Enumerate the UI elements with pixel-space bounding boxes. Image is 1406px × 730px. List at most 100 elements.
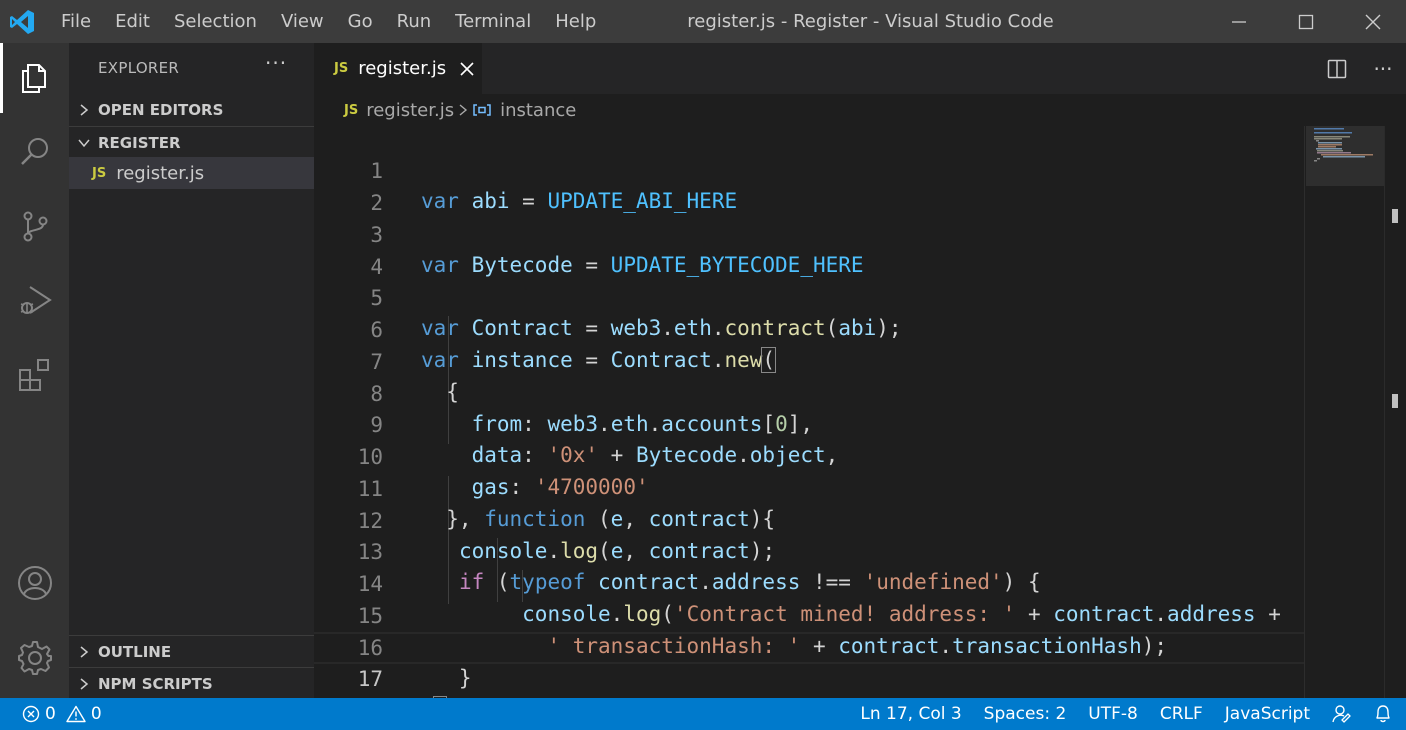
line-number: 17 [357, 667, 383, 691]
error-count: 0 [45, 704, 56, 724]
status-indentation[interactable]: Spaces: 2 [973, 698, 1078, 730]
close-icon [460, 61, 474, 76]
sidebar-title: EXPLORER [98, 59, 180, 77]
maximize-button[interactable] [1272, 0, 1339, 43]
code-line: 16 } [314, 603, 1304, 690]
error-icon [22, 705, 40, 723]
breadcrumb: JS register.js instance [314, 94, 1304, 126]
section-outline[interactable]: OUTLINE [69, 635, 314, 667]
code-line: 11 }, function (e, contract){ [314, 444, 1304, 531]
code-line-current: 17 }) [314, 632, 1304, 722]
activity-explorer[interactable] [0, 43, 69, 113]
settings-gear-icon [17, 641, 52, 675]
chevron-right-icon [69, 677, 98, 691]
code-line: 3 var Bytecode = UPDATE_BYTECODE_HERE [314, 190, 1304, 277]
menu-go[interactable]: Go [336, 0, 385, 43]
chevron-down-icon [69, 137, 98, 149]
code-line: 8 from: web3.eth.accounts[0], [314, 349, 1304, 436]
section-npm-scripts-label: NPM SCRIPTS [98, 674, 213, 693]
menu-run[interactable]: Run [385, 0, 444, 43]
feedback-button[interactable] [1321, 698, 1363, 730]
more-actions-button[interactable]: ··· [1360, 43, 1406, 94]
section-open-editors[interactable]: OPEN EDITORS [69, 94, 314, 126]
close-window-button[interactable] [1339, 0, 1406, 43]
close-icon [1365, 14, 1380, 29]
code-line: 15 ' transactionHash: ' + contract.trans… [314, 571, 1304, 658]
bell-icon [1376, 705, 1390, 723]
warning-icon [66, 705, 86, 723]
code-line: 9 data: '0x' + Bytecode.object, [314, 380, 1304, 467]
js-file-icon: JS [92, 165, 107, 181]
activity-source-control[interactable] [0, 191, 69, 261]
status-cursor-position[interactable]: Ln 17, Col 3 [849, 698, 972, 730]
scrollbar-marker [1392, 209, 1398, 223]
window-controls [1205, 0, 1406, 43]
split-editor-icon [1327, 59, 1347, 78]
status-problems[interactable]: 0 0 [22, 698, 112, 730]
breadcrumb-file[interactable]: register.js [366, 100, 454, 121]
code-line: 1 var abi = UPDATE_ABI_HERE [314, 126, 1304, 213]
status-encoding[interactable]: UTF-8 [1077, 698, 1149, 730]
sidebar-more-actions-button[interactable]: ··· [265, 51, 287, 75]
accounts-icon [17, 566, 52, 600]
more-actions-label: ··· [1373, 56, 1393, 81]
activity-search[interactable] [0, 117, 69, 187]
activity-manage[interactable] [0, 623, 69, 693]
notifications-button[interactable] [1363, 698, 1406, 730]
maximize-icon [1298, 14, 1313, 29]
activity-accounts[interactable] [0, 548, 69, 618]
code-line: 5 var Contract = web3.eth.contract(abi); [314, 253, 1304, 340]
section-outline-label: OUTLINE [98, 642, 172, 661]
code-line: 12 console.log(e, contract); [314, 476, 1304, 563]
breadcrumb-symbol[interactable]: instance [500, 100, 576, 121]
run-debug-icon [20, 286, 52, 314]
section-register-folder[interactable]: REGISTER [69, 126, 314, 158]
menu-edit[interactable]: Edit [103, 0, 162, 43]
minimap[interactable] [1304, 126, 1384, 698]
minimap-viewport-slider[interactable] [1306, 126, 1384, 186]
js-file-icon: JS [334, 61, 349, 76]
search-icon [20, 138, 48, 165]
explorer-sidebar: EXPLORER ··· OPEN EDITORS REGISTER JS re… [69, 43, 314, 698]
code-line: 6 var instance = Contract.new( [314, 285, 1304, 373]
feedback-icon [1332, 705, 1351, 723]
section-register-label: REGISTER [98, 133, 181, 152]
menu-view[interactable]: View [269, 0, 336, 43]
explorer-icon [21, 64, 46, 93]
code-editor[interactable]: 1 var abi = UPDATE_ABI_HERE 2 3 var Byte… [314, 126, 1304, 722]
extensions-icon [18, 359, 49, 391]
code-line: 2 [314, 158, 1304, 215]
code-line: 10 gas: '4700000' [314, 412, 1304, 499]
status-eol[interactable]: CRLF [1149, 698, 1214, 730]
code-line: 7 { [314, 317, 1304, 404]
activity-extensions[interactable] [0, 340, 69, 410]
vscode-logo-icon [0, 0, 44, 43]
menu-help[interactable]: Help [543, 0, 608, 43]
status-language-mode[interactable]: JavaScript [1214, 698, 1321, 730]
minimize-icon [1231, 20, 1246, 23]
menu-terminal[interactable]: Terminal [443, 0, 543, 43]
chevron-right-icon [69, 103, 98, 117]
activity-run-debug[interactable] [0, 265, 69, 335]
file-register-js-label: register.js [116, 162, 205, 184]
tab-label: register.js [358, 58, 447, 79]
menu-file[interactable]: File [44, 0, 103, 43]
activity-bar [0, 43, 69, 698]
status-bar: 0 0 Ln 17, Col 3 Spaces: 2 UTF-8 CRLF Ja… [0, 698, 1406, 730]
split-editor-button[interactable] [1314, 43, 1360, 94]
section-npm-scripts[interactable]: NPM SCRIPTS [69, 667, 314, 699]
file-register-js[interactable]: JS register.js [69, 157, 314, 189]
menu-bar: File Edit Selection View Go Run Terminal… [44, 0, 608, 43]
code-line: 4 [314, 222, 1304, 279]
section-open-editors-label: OPEN EDITORS [98, 101, 224, 119]
tab-register-js[interactable]: JS register.js [314, 43, 482, 94]
menu-selection[interactable]: Selection [162, 0, 269, 43]
tab-close-button[interactable] [460, 61, 474, 76]
title-bar: File Edit Selection View Go Run Terminal… [0, 0, 1406, 43]
chevron-right-icon [458, 103, 468, 117]
variable-symbol-icon [472, 103, 492, 117]
code-line: 13 if (typeof contract.address !== 'unde… [314, 507, 1304, 594]
minimize-button[interactable] [1205, 0, 1272, 43]
chevron-right-icon [69, 645, 98, 659]
editor-actions: ··· [1314, 43, 1406, 94]
